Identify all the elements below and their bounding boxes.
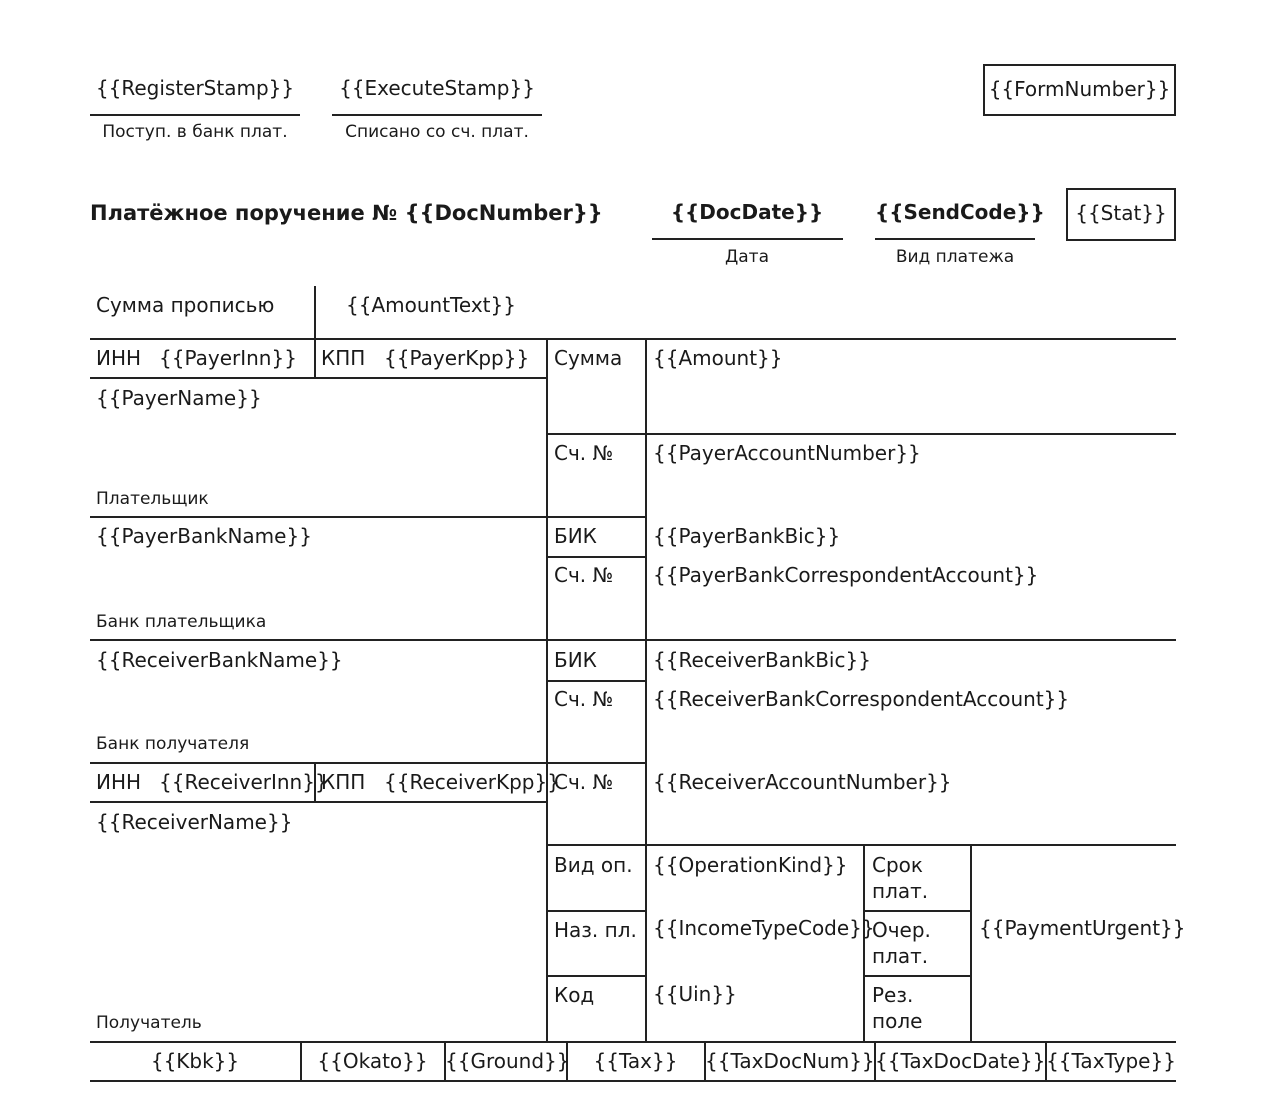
grid-line	[546, 975, 646, 977]
tax-type: {{TaxType}}	[1046, 1049, 1176, 1073]
sum-label: Сумма	[554, 346, 623, 370]
receiver-kpp: {{ReceiverKpp}}	[384, 770, 560, 794]
grid-line	[90, 338, 1176, 340]
grid-line	[546, 338, 548, 1041]
payer-kpp: {{PayerKpp}}	[384, 346, 530, 370]
reserve-label-2: поле	[872, 1009, 923, 1033]
grid-line	[90, 1080, 1176, 1082]
payer-name: {{PayerName}}	[96, 386, 262, 410]
grid-line	[314, 286, 316, 338]
receiver-inn: {{ReceiverInn}}	[159, 770, 328, 794]
payment-urgent: {{PaymentUrgent}}	[979, 916, 1186, 940]
send-code: {{SendCode}}	[875, 200, 1045, 224]
amount-words-value: {{AmountText}}	[346, 293, 516, 317]
term-label-2: плат.	[872, 879, 929, 903]
page-title: Платёжное поручение № {{DocNumber}}	[90, 201, 603, 225]
grid-line	[864, 910, 971, 912]
tax-ground: {{Ground}}	[445, 1049, 570, 1073]
uin: {{Uin}}	[653, 982, 737, 1006]
receiver-inn-label: ИНН	[96, 770, 142, 794]
operation-kind-label: Вид оп.	[554, 853, 633, 877]
receiver-bank-bic-label: БИК	[554, 648, 597, 672]
doc-date-line	[652, 238, 843, 240]
execute-stamp-line	[332, 114, 542, 116]
operation-kind: {{OperationKind}}	[653, 853, 848, 877]
grid-line	[546, 844, 1176, 846]
grid-line	[314, 338, 316, 377]
grid-line	[645, 338, 647, 1041]
amount-words-label: Сумма прописью	[96, 293, 275, 317]
tax-period: {{Tax}}	[593, 1049, 678, 1073]
order-label-2: плат.	[872, 944, 929, 968]
payer-bank-corr-label: Сч. №	[554, 563, 614, 587]
grid-line	[546, 556, 646, 558]
grid-line	[90, 639, 1176, 641]
stat: {{Stat}}	[1075, 201, 1167, 225]
receiver-caption: Получатель	[96, 1013, 202, 1033]
grid-line	[863, 844, 865, 1041]
receiver-bank-bic: {{ReceiverBankBic}}	[653, 648, 871, 672]
doc-date-caption: Дата	[724, 247, 770, 267]
payer-bank-name: {{PayerBankName}}	[96, 524, 312, 548]
receiver-bank-corr: {{ReceiverBankCorrespondentAccount}}	[653, 687, 1070, 711]
grid-line	[90, 801, 546, 803]
payer-bank-corr: {{PayerBankCorrespondentAccount}}	[653, 563, 1039, 587]
payer-kpp-label: КПП	[321, 346, 366, 370]
grid-line	[546, 433, 1176, 435]
receiver-kpp-label: КПП	[321, 770, 366, 794]
tax-kbk: {{Kbk}}	[150, 1049, 240, 1073]
grid-line	[546, 680, 646, 682]
receiver-account-label: Сч. №	[554, 770, 614, 794]
payer-inn: {{PayerInn}}	[159, 346, 297, 370]
grid-line	[864, 975, 971, 977]
payer-account: {{PayerAccountNumber}}	[653, 441, 921, 465]
code-label: Код	[554, 983, 595, 1007]
grid-line	[90, 1041, 1176, 1043]
tax-doc-num: {{TaxDocNum}}	[705, 1049, 875, 1073]
grid-line	[90, 762, 646, 764]
grid-line	[970, 844, 972, 1041]
receiver-account: {{ReceiverAccountNumber}}	[653, 770, 952, 794]
grid-line	[90, 516, 646, 518]
payer-bank-bic-label: БИК	[554, 524, 597, 548]
form-number: {{FormNumber}}	[988, 77, 1171, 101]
order-label-1: Очер.	[872, 918, 931, 942]
payer-caption: Плательщик	[96, 489, 209, 509]
receiver-bank-caption: Банк получателя	[96, 734, 250, 754]
reserve-label-1: Рез.	[872, 983, 914, 1007]
payer-bank-caption: Банк плательщика	[96, 612, 267, 632]
purpose-label: Наз. пл.	[554, 918, 637, 942]
grid-line	[546, 910, 646, 912]
register-stamp: {{RegisterStamp}}	[95, 76, 295, 100]
receiver-bank-name: {{ReceiverBankName}}	[96, 648, 343, 672]
receiver-name: {{ReceiverName}}	[96, 810, 293, 834]
tax-doc-date: {{TaxDocDate}}	[875, 1049, 1046, 1073]
doc-date: {{DocDate}}	[670, 200, 824, 224]
payer-bank-bic: {{PayerBankBic}}	[653, 524, 841, 548]
execute-stamp: {{ExecuteStamp}}	[339, 76, 535, 100]
tax-okato: {{Okato}}	[317, 1049, 428, 1073]
sum-value: {{Amount}}	[653, 346, 783, 370]
register-stamp-line	[90, 114, 300, 116]
send-code-caption: Вид платежа	[895, 247, 1015, 267]
term-label-1: Срок	[872, 853, 923, 877]
income-type-code: {{IncomeTypeCode}}	[653, 916, 875, 940]
grid-line	[90, 377, 546, 379]
payer-account-label: Сч. №	[554, 441, 614, 465]
receiver-bank-corr-label: Сч. №	[554, 687, 614, 711]
payer-inn-label: ИНН	[96, 346, 142, 370]
execute-stamp-caption: Списано со сч. плат.	[345, 122, 529, 142]
register-stamp-caption: Поступ. в банк плат.	[102, 122, 288, 142]
send-code-line	[875, 238, 1035, 240]
